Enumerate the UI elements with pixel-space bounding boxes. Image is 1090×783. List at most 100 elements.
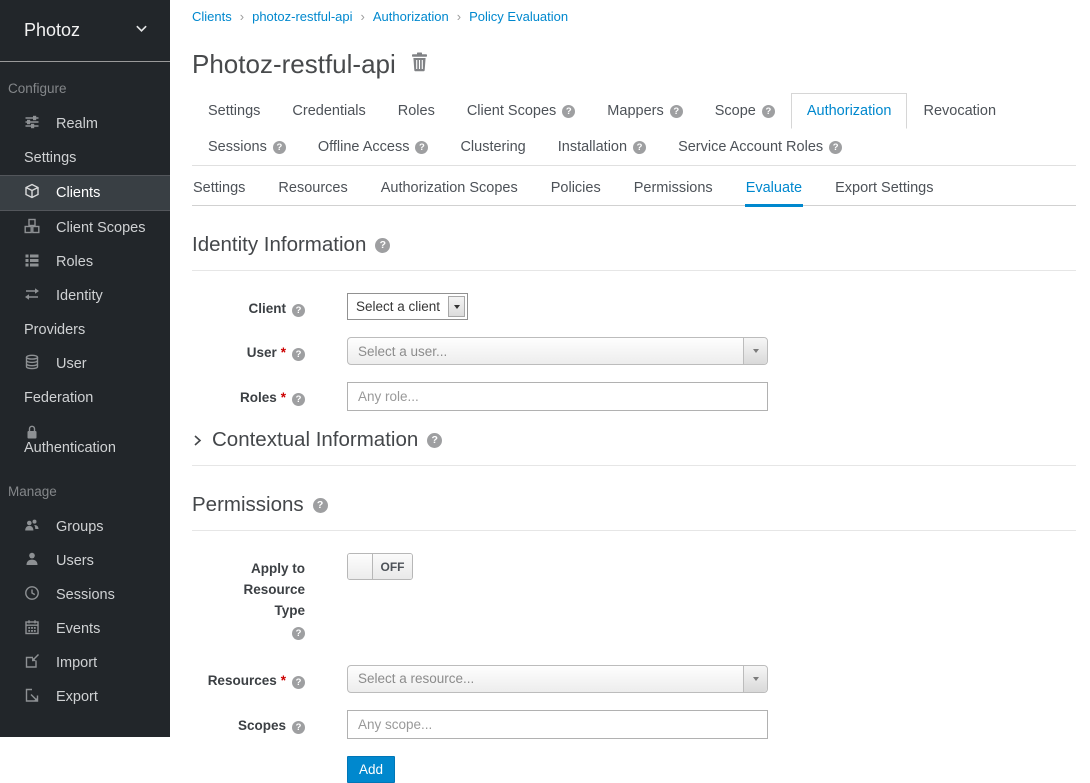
- subtab-policies[interactable]: Policies: [550, 172, 602, 205]
- resources-select[interactable]: Select a resource...: [347, 665, 768, 693]
- sidebar-item-import[interactable]: Import: [0, 646, 170, 680]
- select-arrow-icon: [743, 666, 767, 692]
- resources-label: Resources: [192, 665, 305, 692]
- client-label: Client: [192, 293, 305, 320]
- help-icon: [670, 105, 683, 118]
- required-asterisk: [277, 390, 286, 405]
- help-icon: [427, 433, 442, 448]
- help-icon: [292, 304, 305, 317]
- toggle-handle: [348, 554, 373, 579]
- subtab-resources[interactable]: Resources: [277, 172, 348, 205]
- sidebar-section-manage: Manage: [0, 484, 170, 499]
- apply-to-resource-type-label: Apply to Resource Type: [192, 553, 305, 643]
- help-icon: [292, 721, 305, 734]
- import-icon: [24, 653, 40, 669]
- help-icon: [292, 348, 305, 361]
- select-arrow-icon: [743, 338, 767, 364]
- subtab-permissions[interactable]: Permissions: [633, 172, 714, 205]
- tab-client-scopes[interactable]: Client Scopes: [451, 93, 591, 129]
- tab-clustering[interactable]: Clustering: [444, 129, 541, 165]
- breadcrumb-policy-evaluation[interactable]: Policy Evaluation: [469, 9, 568, 24]
- page-title: Photoz-restful-api: [192, 49, 396, 80]
- user-select[interactable]: Select a user...: [347, 337, 768, 365]
- apply-to-resource-type-toggle[interactable]: OFF: [347, 553, 413, 580]
- help-icon: [633, 141, 646, 154]
- export-icon: [24, 687, 40, 703]
- chevron-right-icon: [192, 428, 212, 452]
- tab-revocation[interactable]: Revocation: [907, 93, 1012, 129]
- roles-input[interactable]: [347, 382, 768, 411]
- contextual-information-heading[interactable]: Contextual Information: [192, 428, 1076, 466]
- help-icon: [829, 141, 842, 154]
- roles-label: Roles: [192, 382, 305, 409]
- add-button[interactable]: Add: [347, 756, 395, 783]
- realm-name: Photoz: [24, 20, 80, 41]
- tab-mappers[interactable]: Mappers: [591, 93, 698, 129]
- sidebar-item-client-scopes[interactable]: Client Scopes: [0, 211, 170, 245]
- sidebar-item-roles[interactable]: Roles: [0, 245, 170, 279]
- subtab-evaluate[interactable]: Evaluate: [745, 172, 803, 205]
- scopes-input[interactable]: [347, 710, 768, 739]
- sidebar-item-sessions[interactable]: Sessions: [0, 578, 170, 612]
- help-icon: [375, 238, 390, 253]
- client-select[interactable]: Select a client: [347, 293, 468, 320]
- breadcrumb-separator: ›: [353, 9, 373, 24]
- cubes-icon: [24, 218, 40, 234]
- authorization-subtabs: Settings Resources Authorization Scopes …: [192, 172, 1076, 206]
- subtab-authorization-scopes[interactable]: Authorization Scopes: [380, 172, 519, 205]
- identity-information-heading: Identity Information: [192, 233, 1076, 271]
- breadcrumb-separator: ›: [449, 9, 469, 24]
- breadcrumb-client-id[interactable]: photoz-restful-api: [252, 9, 352, 24]
- sliders-icon: [24, 114, 40, 130]
- tab-credentials[interactable]: Credentials: [276, 93, 381, 129]
- user-icon: [24, 551, 40, 567]
- exchange-icon: [24, 286, 40, 302]
- help-icon: [273, 141, 286, 154]
- cube-icon: [24, 183, 40, 199]
- tab-offline-access[interactable]: Offline Access: [302, 129, 445, 165]
- sidebar-item-identity-providers[interactable]: Identity Providers: [0, 279, 170, 347]
- lock-icon: [24, 424, 40, 440]
- realm-selector[interactable]: Photoz: [0, 0, 170, 62]
- help-icon: [292, 676, 305, 689]
- permissions-heading: Permissions: [192, 493, 1076, 531]
- required-asterisk: [277, 345, 286, 360]
- sidebar: Photoz Configure Realm Settings Clients …: [0, 0, 170, 737]
- tab-settings[interactable]: Settings: [192, 93, 276, 129]
- tab-scope[interactable]: Scope: [699, 93, 791, 129]
- delete-client-icon[interactable]: [410, 52, 429, 77]
- tab-sessions[interactable]: Sessions: [192, 129, 302, 165]
- required-asterisk: [277, 673, 286, 688]
- database-icon: [24, 354, 40, 370]
- tab-authorization[interactable]: Authorization: [791, 93, 908, 129]
- calendar-icon: [24, 619, 40, 635]
- subtab-settings[interactable]: Settings: [192, 172, 246, 205]
- help-icon: [562, 105, 575, 118]
- sidebar-item-authentication[interactable]: Authentication: [0, 424, 170, 465]
- tab-service-account-roles[interactable]: Service Account Roles: [662, 129, 858, 165]
- configure-nav: Realm Settings Clients Client Scopes Rol…: [0, 107, 170, 465]
- help-icon: [762, 105, 775, 118]
- sidebar-item-export[interactable]: Export: [0, 680, 170, 714]
- chevron-down-icon: [135, 22, 148, 40]
- sidebar-item-user-federation[interactable]: User Federation: [0, 347, 170, 415]
- sidebar-item-events[interactable]: Events: [0, 612, 170, 646]
- sidebar-item-clients[interactable]: Clients: [0, 175, 170, 211]
- breadcrumb: Clients › photoz-restful-api › Authoriza…: [192, 9, 1076, 24]
- scopes-label: Scopes: [192, 710, 305, 737]
- sidebar-item-groups[interactable]: Groups: [0, 510, 170, 544]
- main-content: Clients › photoz-restful-api › Authoriza…: [170, 0, 1090, 737]
- breadcrumb-authorization[interactable]: Authorization: [373, 9, 449, 24]
- tab-installation[interactable]: Installation: [542, 129, 662, 165]
- breadcrumb-clients[interactable]: Clients: [192, 9, 232, 24]
- client-tabs: Settings Credentials Roles Client Scopes…: [192, 93, 1076, 166]
- tab-roles[interactable]: Roles: [382, 93, 451, 129]
- user-label: User: [192, 337, 305, 364]
- subtab-export-settings[interactable]: Export Settings: [834, 172, 934, 205]
- list-icon: [24, 252, 40, 268]
- sidebar-item-users[interactable]: Users: [0, 544, 170, 578]
- select-arrow-icon: [448, 296, 465, 317]
- help-icon: [313, 498, 328, 513]
- sidebar-item-realm-settings[interactable]: Realm Settings: [0, 107, 170, 175]
- manage-nav: Groups Users Sessions Events Import Expo…: [0, 510, 170, 714]
